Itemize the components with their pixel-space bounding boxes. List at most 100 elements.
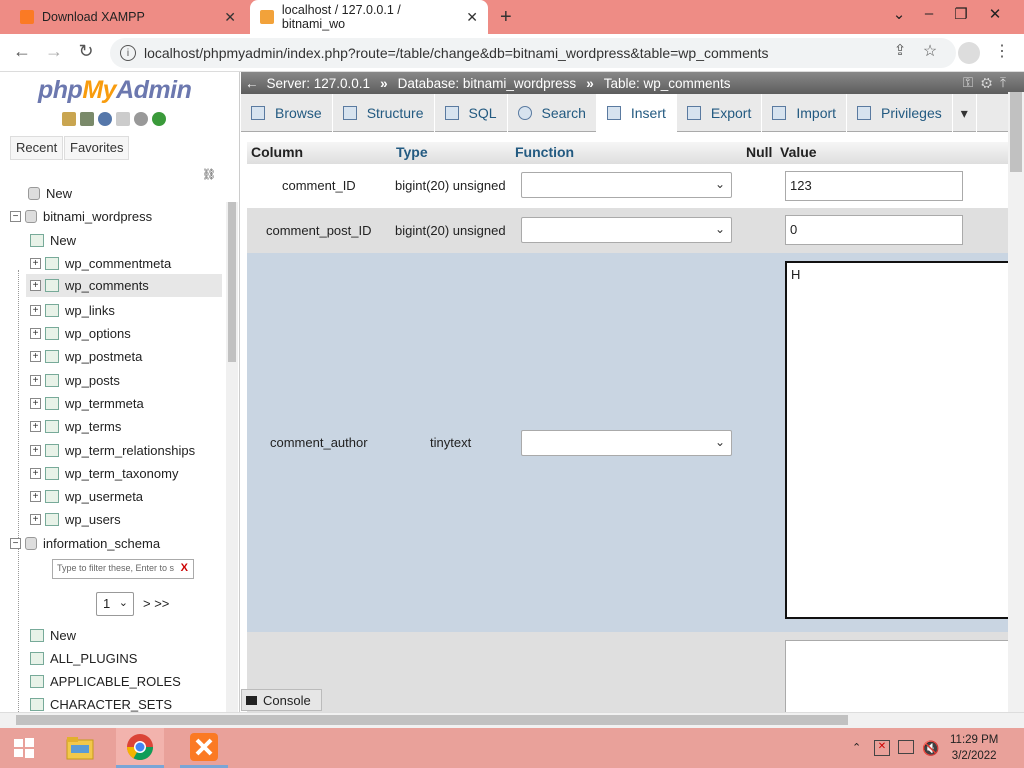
breadcrumb-database[interactable]: Database: bitnami_wordpress bbox=[398, 76, 577, 91]
minimize-button[interactable]: – bbox=[914, 5, 944, 22]
breadcrumb-table[interactable]: Table: wp_comments bbox=[604, 76, 731, 91]
show-hidden-icons-chevron-icon[interactable]: ⌃ bbox=[852, 741, 861, 754]
notification-flag-icon[interactable]: ✕ bbox=[874, 740, 890, 756]
tree-item-wp-usermeta[interactable]: + wp_usermeta bbox=[30, 485, 143, 508]
tab-search-icon[interactable]: ⌄ bbox=[884, 5, 914, 23]
tab-structure[interactable]: Structure bbox=[333, 94, 435, 132]
tab-sql[interactable]: SQL bbox=[435, 94, 508, 132]
tab-search[interactable]: Search bbox=[508, 94, 597, 132]
value-textarea[interactable] bbox=[785, 640, 1015, 712]
row-type: tinytext bbox=[430, 435, 472, 450]
header-value: Value bbox=[780, 144, 817, 160]
maximize-button[interactable]: ❐ bbox=[946, 5, 976, 23]
close-window-button[interactable]: ✕ bbox=[980, 5, 1010, 23]
database-icon bbox=[25, 210, 37, 223]
tree-item-new-table-2[interactable]: New bbox=[30, 624, 76, 647]
tree-item-wp-terms[interactable]: + wp_terms bbox=[30, 415, 121, 438]
tree-item-all-plugins[interactable]: ALL_PLUGINS bbox=[30, 647, 137, 670]
value-input[interactable]: 0 bbox=[785, 215, 963, 245]
chrome-icon[interactable] bbox=[116, 728, 164, 768]
close-tab-icon[interactable]: ✕ bbox=[466, 9, 478, 26]
tab-privileges[interactable]: Privileges bbox=[847, 94, 953, 132]
tab-download-xampp[interactable]: Download XAMPP ✕ bbox=[10, 0, 246, 34]
table-filter-input[interactable]: Type to filter these, Enter to s X bbox=[52, 559, 194, 579]
value-input[interactable]: 123 bbox=[785, 171, 963, 201]
tree-item-wp-options[interactable]: + wp_options bbox=[30, 322, 131, 345]
menu-kebab-icon[interactable]: ⋮ bbox=[990, 41, 1014, 61]
nav-scrollbar-thumb[interactable] bbox=[228, 202, 236, 362]
header-null: Null bbox=[746, 144, 773, 160]
tab-insert[interactable]: Insert bbox=[596, 94, 677, 132]
tree-item-wp-postmeta[interactable]: + wp_postmeta bbox=[30, 345, 142, 368]
back-arrow-icon[interactable]: ← bbox=[10, 41, 34, 62]
address-bar[interactable]: i localhost/phpmyadmin/index.php?route=/… bbox=[110, 38, 956, 68]
tab-browse[interactable]: Browse bbox=[241, 94, 333, 132]
function-select[interactable]: ⌄ bbox=[521, 217, 732, 243]
collapse-arrow-icon[interactable]: ← bbox=[245, 76, 259, 91]
console-toggle[interactable]: Console bbox=[241, 689, 322, 711]
table-row: comment_ID bigint(20) unsigned ⌄ 123 bbox=[247, 164, 1017, 208]
table-icon bbox=[30, 698, 44, 711]
pma-navigation-panel: phpMyAdmin Recent Favorites ⛓ New − bitna… bbox=[0, 72, 240, 712]
breadcrumb: ← Server: 127.0.0.1 » Database: bitnami_… bbox=[241, 72, 1024, 94]
main-vertical-scrollbar-thumb[interactable] bbox=[1010, 92, 1022, 172]
page-select[interactable]: 1 ⌄ bbox=[96, 592, 134, 616]
tree-item-wp-posts[interactable]: + wp_posts bbox=[30, 369, 120, 392]
site-info-icon[interactable]: i bbox=[120, 45, 136, 61]
value-textarea[interactable]: H bbox=[785, 261, 1015, 619]
main-vertical-scrollbar[interactable] bbox=[1008, 92, 1024, 712]
network-icon[interactable] bbox=[898, 740, 914, 754]
export-icon bbox=[686, 106, 701, 120]
volume-muted-icon[interactable]: 🔇 bbox=[922, 740, 939, 757]
collapse-icon: − bbox=[10, 538, 21, 549]
tree-item-new-table[interactable]: New bbox=[30, 229, 76, 252]
file-explorer-icon[interactable] bbox=[56, 728, 104, 768]
breadcrumb-tools-icons[interactable]: ⚿⚙⤒ bbox=[963, 75, 1014, 91]
tree-item-new-db[interactable]: New bbox=[28, 182, 72, 205]
horizontal-scrollbar-thumb[interactable] bbox=[16, 715, 848, 725]
tab-phpmyadmin[interactable]: localhost / 127.0.0.1 / bitnami_wo ✕ bbox=[250, 0, 488, 34]
close-tab-icon[interactable]: ✕ bbox=[224, 9, 236, 26]
console-icon bbox=[246, 695, 257, 705]
tree-item-wp-termmeta[interactable]: + wp_termmeta bbox=[30, 392, 144, 415]
table-row: comment_post_ID bigint(20) unsigned ⌄ 0 bbox=[247, 208, 1017, 253]
database-tree: New − bitnami_wordpress New + wp_commentme… bbox=[0, 72, 226, 712]
privileges-icon bbox=[857, 106, 872, 120]
reload-icon[interactable]: ↻ bbox=[74, 41, 98, 62]
table-icon bbox=[45, 350, 59, 363]
table-icon bbox=[45, 327, 59, 340]
start-button-windows-icon[interactable] bbox=[0, 728, 48, 768]
profile-avatar-icon[interactable] bbox=[958, 42, 980, 64]
function-select[interactable]: ⌄ bbox=[521, 430, 732, 456]
chevron-down-icon: ⌄ bbox=[714, 435, 725, 449]
browser-toolbar: ← → ↻ i localhost/phpmyadmin/index.php?r… bbox=[0, 34, 1024, 72]
xampp-icon[interactable] bbox=[180, 728, 228, 768]
more-tabs-chevron-icon[interactable]: ▾ bbox=[953, 94, 977, 132]
tree-item-wp-term-taxonomy[interactable]: + wp_term_taxonomy bbox=[30, 462, 178, 485]
tree-item-character-sets[interactable]: CHARACTER_SETS bbox=[30, 693, 172, 712]
table-icon bbox=[45, 513, 59, 526]
tree-item-wp-comments[interactable]: + wp_comments bbox=[26, 274, 222, 297]
tree-item-wp-users[interactable]: + wp_users bbox=[30, 508, 121, 531]
function-select[interactable]: ⌄ bbox=[521, 172, 732, 198]
row-column-name: comment_post_ID bbox=[266, 223, 372, 238]
next-page-link[interactable]: > >> bbox=[143, 596, 169, 611]
tree-item-bitnami-wordpress[interactable]: − bitnami_wordpress bbox=[10, 205, 152, 228]
tree-item-applicable-roles[interactable]: APPLICABLE_ROLES bbox=[30, 670, 181, 693]
breadcrumb-server[interactable]: Server: 127.0.0.1 bbox=[267, 76, 371, 91]
taskbar-clock[interactable]: 11:29 PM 3/2/2022 bbox=[950, 732, 998, 764]
forward-arrow-icon[interactable]: → bbox=[42, 41, 66, 62]
tree-item-information-schema[interactable]: − information_schema bbox=[10, 532, 160, 555]
new-tab-button[interactable]: + bbox=[500, 6, 512, 29]
header-function: Function bbox=[515, 144, 575, 160]
tree-item-wp-commentmeta[interactable]: + wp_commentmeta bbox=[30, 252, 171, 275]
tab-export[interactable]: Export bbox=[677, 94, 763, 132]
table-icon bbox=[45, 374, 59, 387]
clear-filter-icon[interactable]: X bbox=[181, 562, 188, 574]
bookmark-star-icon[interactable]: ☆ bbox=[918, 41, 942, 61]
tree-item-wp-term-relationships[interactable]: + wp_term_relationships bbox=[30, 439, 195, 462]
tree-item-wp-links[interactable]: + wp_links bbox=[30, 299, 115, 322]
expand-icon: + bbox=[30, 305, 41, 316]
share-icon[interactable]: ⇪ bbox=[888, 41, 912, 59]
tab-import[interactable]: Import bbox=[762, 94, 848, 132]
